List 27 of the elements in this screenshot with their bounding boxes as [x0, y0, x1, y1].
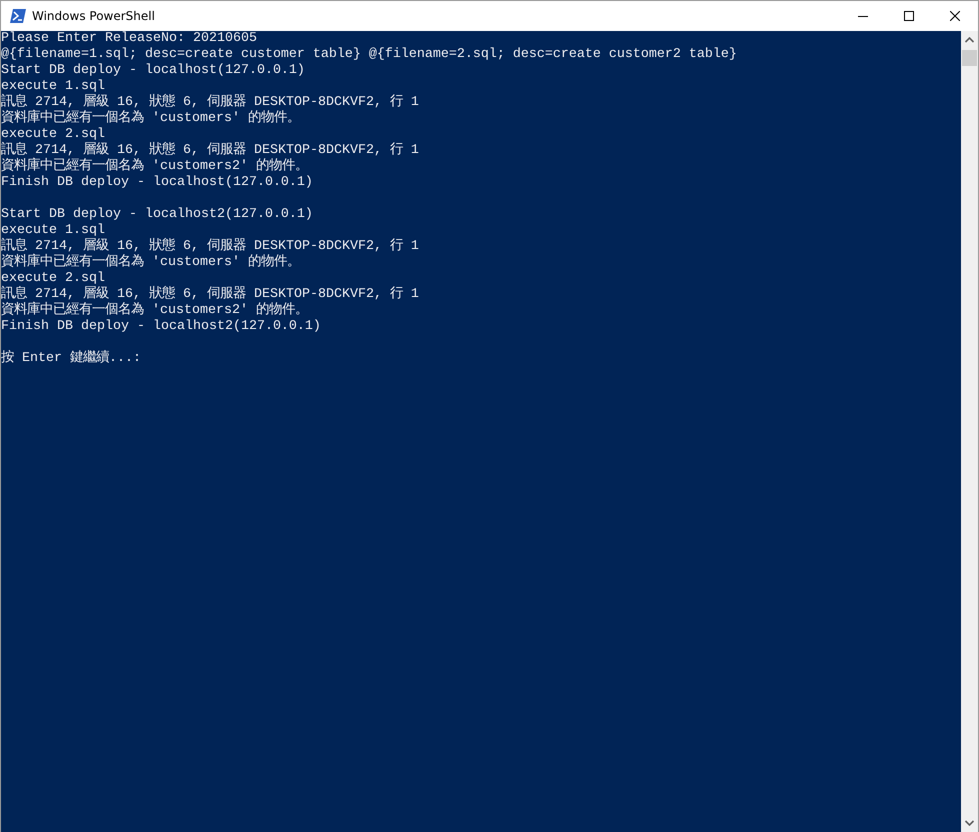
console-line: 資料庫中已經有一個名為 'customers2' 的物件。	[1, 159, 308, 175]
console-line: execute 1.sql	[1, 79, 105, 94]
console-line: Start DB deploy - localhost2(127.0.0.1)	[1, 207, 313, 223]
maximize-icon	[904, 11, 914, 21]
console-line: 訊息 2714, 層級 16, 狀態 6, 伺服器 DESKTOP-8DCKVF2, 行 1	[1, 239, 419, 254]
console-line: Finish DB deploy - localhost(127.0.0.1)	[1, 175, 313, 191]
scrollbar-thumb[interactable]	[962, 50, 977, 66]
console-line: execute 1.sql	[1, 223, 105, 238]
console-line: 訊息 2714, 層級 16, 狀態 6, 伺服器 DESKTOP-8DCKVF2, 行 1	[1, 287, 419, 302]
console-line: execute 2.sql	[1, 127, 105, 142]
console-line: execute 2.sql	[1, 271, 105, 286]
console-line: 訊息 2714, 層級 16, 狀態 6, 伺服器 DESKTOP-8DCKVF2, 行 1	[1, 143, 419, 158]
scrollbar[interactable]	[961, 31, 978, 832]
console-line: 資料庫中已經有一個名為 'customers2' 的物件。	[1, 303, 308, 319]
close-icon	[950, 11, 960, 21]
scroll-up-icon[interactable]	[965, 37, 974, 43]
console-line: 資料庫中已經有一個名為 'customers' 的物件。	[1, 255, 300, 271]
console-line: Start DB deploy - localhost(127.0.0.1)	[1, 63, 305, 79]
console-line: Finish DB deploy - localhost2(127.0.0.1)	[1, 319, 321, 335]
scroll-down-icon[interactable]	[965, 820, 974, 826]
console-line: 按 Enter 鍵繼續...:	[1, 351, 141, 367]
window-title: Windows PowerShell	[32, 9, 155, 23]
console-line: 資料庫中已經有一個名為 'customers' 的物件。	[1, 111, 300, 127]
console-line: 訊息 2714, 層級 16, 狀態 6, 伺服器 DESKTOP-8DCKVF2, 行 1	[1, 95, 419, 110]
console-line: Please Enter ReleaseNo: 20210605	[1, 31, 257, 47]
powershell-icon	[10, 9, 26, 23]
console-line: @{filename=1.sql; desc=create customer table} @{filename=2.sql; desc=create customer2 table}	[1, 47, 737, 63]
